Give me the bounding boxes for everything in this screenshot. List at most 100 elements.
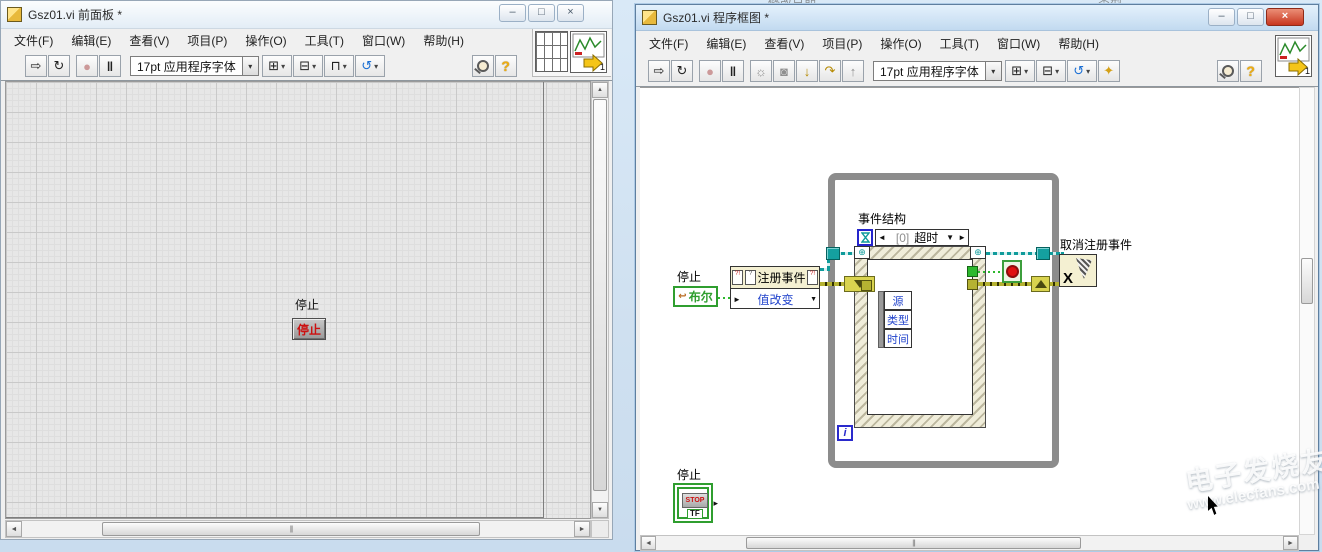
next-case-icon[interactable]: ►	[956, 233, 968, 242]
property-hook-icon: ↩	[678, 291, 687, 302]
menu-window[interactable]: 窗口(W)	[353, 29, 414, 53]
event-border-terminal-right[interactable]	[967, 279, 978, 290]
register-events-node[interactable]: ?! ? 注册事件 ?! ► 值改变 ▼	[730, 266, 820, 309]
maximize-button[interactable]: □	[528, 4, 555, 22]
distribute-objects-button[interactable]: ⊟ ▾	[1035, 60, 1066, 82]
menu-help[interactable]: 帮助(H)	[414, 29, 473, 53]
font-selector[interactable]: 17pt 应用程序字体 ▾	[130, 56, 259, 76]
menu-file[interactable]: 文件(F)	[5, 29, 62, 53]
distribute-objects-button[interactable]: ⊟ ▾	[292, 55, 323, 77]
cleanup-diagram-button[interactable]: ✦	[1097, 60, 1120, 82]
front-panel-canvas[interactable]: 停止 停止	[5, 81, 591, 519]
step-into-button[interactable]: ↓	[796, 60, 818, 82]
menu-edit[interactable]: 编辑(E)	[697, 32, 755, 56]
step-over-button[interactable]: ↷	[819, 60, 841, 82]
block-diagram-titlebar[interactable]: Gsz01.vi 程序框图 * – □ ×	[636, 5, 1318, 31]
run-continuous-button[interactable]: ↻	[48, 55, 70, 77]
event-selector[interactable]: ◄ [0] 超时 ▼ ►	[875, 229, 969, 246]
minimize-button[interactable]: –	[499, 4, 526, 22]
scroll-right-button[interactable]: ►	[1283, 536, 1298, 550]
abort-button[interactable]: ●	[76, 55, 98, 77]
help-button[interactable]: ?	[1239, 60, 1262, 82]
pause-button[interactable]: ‖	[99, 55, 121, 77]
event-border-terminal-left[interactable]	[861, 280, 872, 291]
loop-tunnel-right[interactable]	[1036, 247, 1050, 260]
scroll-right-button[interactable]: ►	[574, 521, 590, 537]
run-button[interactable]: ⇨	[648, 60, 670, 82]
search-button[interactable]	[471, 55, 494, 77]
menu-view[interactable]: 查看(V)	[755, 32, 813, 56]
boolean-wire[interactable]	[978, 271, 1002, 273]
event-registration-terminal-right[interactable]	[1031, 276, 1050, 292]
register-events-event-row[interactable]: ► 值改变 ▼	[731, 289, 819, 309]
resize-objects-button[interactable]: ⊓ ▾	[323, 55, 354, 77]
reorder-button[interactable]: ↺ ▾	[1066, 60, 1097, 82]
menu-project[interactable]: 项目(P)	[813, 32, 871, 56]
menu-project[interactable]: 项目(P)	[178, 29, 236, 53]
menu-operate[interactable]: 操作(O)	[236, 29, 295, 53]
scroll-down-button[interactable]: ▼	[592, 502, 608, 518]
dynamic-event-terminal-right[interactable]: ⊕	[970, 246, 986, 259]
align-objects-button[interactable]: ⊞ ▾	[1004, 60, 1035, 82]
event-data-field[interactable]: 时间	[884, 329, 912, 348]
timeout-terminal[interactable]	[857, 229, 873, 246]
menu-tools[interactable]: 工具(T)	[296, 29, 353, 53]
front-panel-titlebar[interactable]: Gsz01.vi 前面板 * – □ ×	[1, 1, 612, 29]
run-continuous-button[interactable]: ↻	[671, 60, 693, 82]
event-refnum-wire[interactable]	[986, 252, 1064, 255]
font-selector-arrow[interactable]: ▾	[241, 57, 258, 75]
pause-button[interactable]: ‖	[722, 60, 744, 82]
vi-icon[interactable]: 1	[1275, 35, 1312, 77]
abort-button[interactable]: ●	[699, 60, 721, 82]
case-dropdown-icon[interactable]: ▼	[946, 233, 956, 242]
dynamic-event-terminal-left[interactable]: ⊕	[854, 246, 870, 259]
search-button[interactable]	[1216, 60, 1239, 82]
event-data-field[interactable]: 源	[884, 291, 912, 310]
event-dropdown-icon[interactable]: ▼	[808, 296, 819, 303]
event-data-field[interactable]: 类型	[884, 310, 912, 329]
scroll-left-button[interactable]: ◄	[6, 521, 22, 537]
run-button[interactable]: ⇨	[25, 55, 47, 77]
front-panel-hscrollbar[interactable]: ◄ ||| ►	[5, 520, 591, 538]
reorder-button[interactable]: ↺ ▾	[354, 55, 385, 77]
block-diagram-canvas[interactable]: 事件结构 ◄ [0] 超时 ▼ ► ⊕ ⊕ 停止 ↩ 布尔 ?! ? 注册事件 …	[640, 87, 1299, 536]
stop-control-button[interactable]: 停止	[292, 318, 326, 340]
previous-case-icon[interactable]: ◄	[876, 233, 888, 242]
menu-tools[interactable]: 工具(T)	[931, 32, 988, 56]
close-button[interactable]: ×	[1266, 8, 1304, 26]
alignment-grid-widget[interactable]	[535, 31, 568, 72]
scroll-up-button[interactable]: ▲	[592, 82, 608, 98]
diagram-hscrollbar[interactable]: ◄ ||| ►	[640, 535, 1299, 551]
iteration-terminal[interactable]: i	[837, 425, 853, 441]
menu-edit[interactable]: 编辑(E)	[62, 29, 120, 53]
vscrollbar-thumb[interactable]	[1301, 258, 1313, 304]
menu-view[interactable]: 查看(V)	[120, 29, 178, 53]
stop-boolean-terminal[interactable]: STOP TF ▸	[673, 483, 718, 523]
boolean-control-terminal[interactable]: ↩ 布尔	[673, 286, 718, 307]
vi-icon[interactable]: 1	[570, 31, 607, 73]
unregister-events-node[interactable]: X	[1059, 254, 1097, 287]
minimize-button[interactable]: –	[1208, 8, 1235, 26]
menu-window[interactable]: 窗口(W)	[988, 32, 1049, 56]
help-button[interactable]: ?	[494, 55, 517, 77]
menu-operate[interactable]: 操作(O)	[871, 32, 930, 56]
highlight-execution-button[interactable]: ☼	[750, 60, 772, 82]
diagram-vscrollbar[interactable]	[1299, 87, 1315, 535]
menu-help[interactable]: 帮助(H)	[1049, 32, 1108, 56]
hscrollbar-thumb[interactable]: |||	[102, 522, 480, 536]
retain-wire-values-button[interactable]: ◙	[773, 60, 795, 82]
close-button[interactable]: ×	[557, 4, 584, 22]
menu-file[interactable]: 文件(F)	[640, 32, 697, 56]
maximize-button[interactable]: □	[1237, 8, 1264, 26]
align-objects-button[interactable]: ⊞ ▾	[261, 55, 292, 77]
event-border-terminal-boolean[interactable]	[967, 266, 978, 277]
front-panel-vscrollbar[interactable]: ▲ ▼	[591, 81, 609, 519]
loop-condition-terminal[interactable]	[1002, 260, 1022, 283]
font-selector[interactable]: 17pt 应用程序字体 ▾	[873, 61, 1002, 81]
hscrollbar-thumb[interactable]: |||	[746, 537, 1081, 549]
vscrollbar-thumb[interactable]	[593, 99, 607, 491]
step-out-button[interactable]: ↑	[842, 60, 864, 82]
loop-tunnel-left[interactable]	[826, 247, 840, 260]
font-selector-arrow[interactable]: ▾	[984, 62, 1001, 80]
scroll-left-button[interactable]: ◄	[641, 536, 656, 550]
